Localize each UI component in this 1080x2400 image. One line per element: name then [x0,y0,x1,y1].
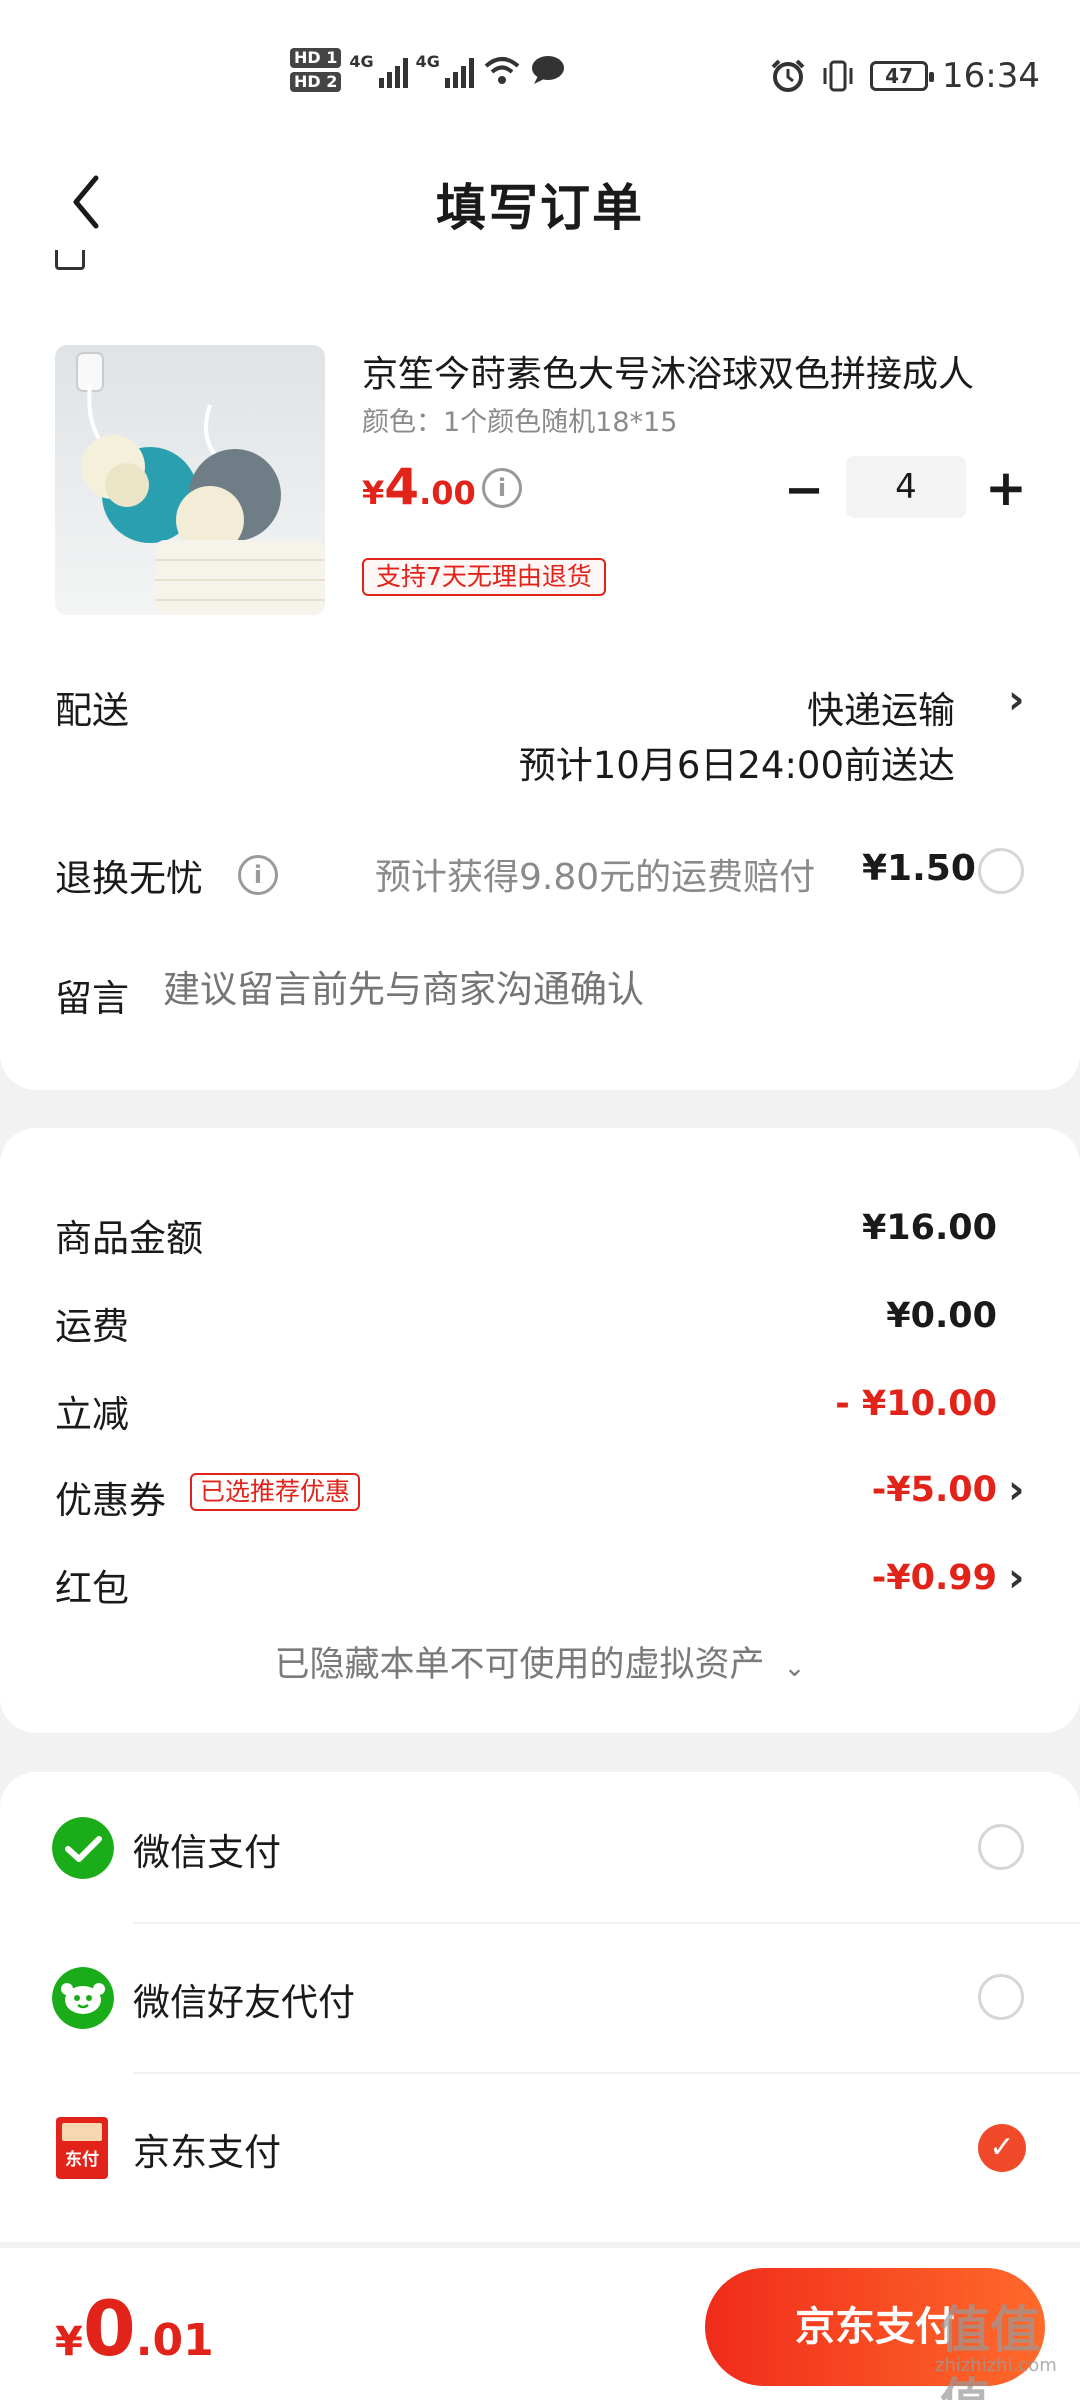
red-packet-value[interactable]: -¥0.99 [872,1558,997,1598]
shipping-label: 运费 [55,1305,129,1348]
order-page: HD 1 HD 2 4G 4G 47 16:34 填写订单 京笙今莳素色大号沐浴… [0,0,1080,2400]
payment-option-wechat[interactable]: 微信支付 [0,1772,1080,1922]
payment-radio-wechat-friend[interactable] [978,1974,1024,2020]
hd1-badge: HD 1 [290,48,342,68]
status-right: 47 16:34 [770,56,1040,96]
price-decimal: .00 [419,474,476,512]
page-title: 填写订单 [436,179,644,237]
clock: 16:34 [942,56,1040,96]
shipping-value: ¥0.00 [886,1296,997,1336]
return-worry-desc: 预计获得9.80元的运费赔付 [375,857,816,898]
chevron-down-icon: ⌄ [783,1653,806,1683]
payment-radio-wechat[interactable] [978,1824,1024,1870]
total-currency: ¥ [55,2319,83,2365]
hd2-badge: HD 2 [290,72,342,92]
network-type-2: 4G [415,52,440,71]
signal-1-icon: 4G [349,52,408,88]
coupon-value[interactable]: -¥5.00 [872,1470,997,1510]
wifi-icon [484,57,520,84]
product-name[interactable]: 京笙今莳素色大号沐浴球双色拼接成人 [362,345,1032,397]
alarm-icon [771,59,805,92]
total-amount: ¥0.01 [55,2284,214,2373]
product-price: ¥4.00 [362,458,476,516]
bottom-pay-bar: ¥0.01 京东支付 [0,2248,1080,2400]
payment-label-wechat: 微信支付 [133,1831,281,1874]
jd-pay-icon-text: 东付 [65,2149,99,2170]
red-packet-label[interactable]: 红包 [55,1558,129,1612]
vibrate-icon [823,60,853,92]
payment-label-wechat-friend: 微信好友代付 [133,1981,355,2024]
status-bar: HD 1 HD 2 4G 4G 47 16:34 [0,0,1080,150]
quantity-minus-button[interactable]: − [784,466,824,514]
price-currency: ¥ [362,474,385,512]
delivery-chevron-right-icon[interactable]: › [1008,680,1038,720]
message-label: 留言 [55,977,129,1020]
price-summary-card: 商品金额 ¥16.00 运费 ¥0.00 立减 - ¥10.00 优惠券 已选推… [0,1128,1080,1733]
payment-label-jd: 京东支付 [133,2131,281,2174]
total-integer: 0 [82,2284,136,2373]
wechat-friend-pay-icon [52,1967,114,2029]
quantity-plus-button[interactable]: + [984,463,1028,513]
payment-methods-card: 微信支付 微信好友代付 东付 京东支付 ✓ [0,1772,1080,2242]
delivery-eta: 预计10月6日24:00前送达 [518,744,955,787]
goods-amount-value: ¥16.00 [861,1208,997,1248]
watermark-logo: 值值值 [940,2301,1040,2400]
partially-hidden-row [55,240,655,280]
delivery-method[interactable]: 快递运输 [807,680,955,734]
message-icon [531,56,564,84]
product-image[interactable] [55,345,325,615]
discount-value: - ¥10.00 [835,1384,997,1424]
checkbox-icon [55,250,85,270]
return-worry-price: ¥1.50 [862,848,976,889]
coupon-chevron-right-icon[interactable]: › [1008,1470,1038,1510]
total-decimal: .01 [135,2315,214,2366]
battery-level: 47 [885,64,913,88]
payment-radio-jd-checked[interactable]: ✓ [978,2124,1026,2172]
signal-2-icon: 4G [416,52,474,88]
delivery-label: 配送 [55,689,129,732]
watermark-text: zhizhizhi.com [935,2355,1057,2376]
network-type-1: 4G [349,52,374,71]
battery-icon: 47 [870,61,935,91]
price-integer: 4 [384,458,420,516]
hd-indicators: HD 1 HD 2 [290,48,342,92]
red-packet-chevron-right-icon[interactable]: › [1008,1558,1038,1598]
quantity-input[interactable]: 4 [846,456,966,518]
return-worry-label: 退换无忧 [55,857,203,900]
product-spec: 颜色：1个颜色随机18*15 [362,407,678,438]
return-policy-tag: 支持7天无理由退货 [362,558,606,596]
bath-ball-image [76,352,325,615]
status-left: HD 1 HD 2 4G 4G [290,48,566,92]
jd-pay-icon: 东付 [56,2117,108,2179]
goods-amount-label: 商品金额 [55,1217,203,1260]
price-info-icon[interactable]: i [482,468,522,508]
order-detail-card: 京笙今莳素色大号沐浴球双色拼接成人 颜色：1个颜色随机18*15 ¥4.00 i… [0,240,1080,1090]
discount-label: 立减 [55,1393,129,1436]
payment-option-wechat-friend[interactable]: 微信好友代付 [0,1922,1080,2072]
message-input[interactable] [163,968,1023,1011]
payment-option-jd[interactable]: 东付 京东支付 ✓ [0,2072,1080,2222]
return-worry-info-icon[interactable]: i [238,855,278,895]
wechat-pay-icon [52,1817,114,1879]
return-worry-radio[interactable] [978,848,1024,894]
coupon-label[interactable]: 优惠券 [55,1470,166,1524]
hidden-assets-text: 已隐藏本单不可使用的虚拟资产 [274,1645,765,1685]
hidden-assets-toggle[interactable]: 已隐藏本单不可使用的虚拟资产 ⌄ [0,1636,1080,1687]
coupon-recommend-tag: 已选推荐优惠 [190,1473,361,1511]
